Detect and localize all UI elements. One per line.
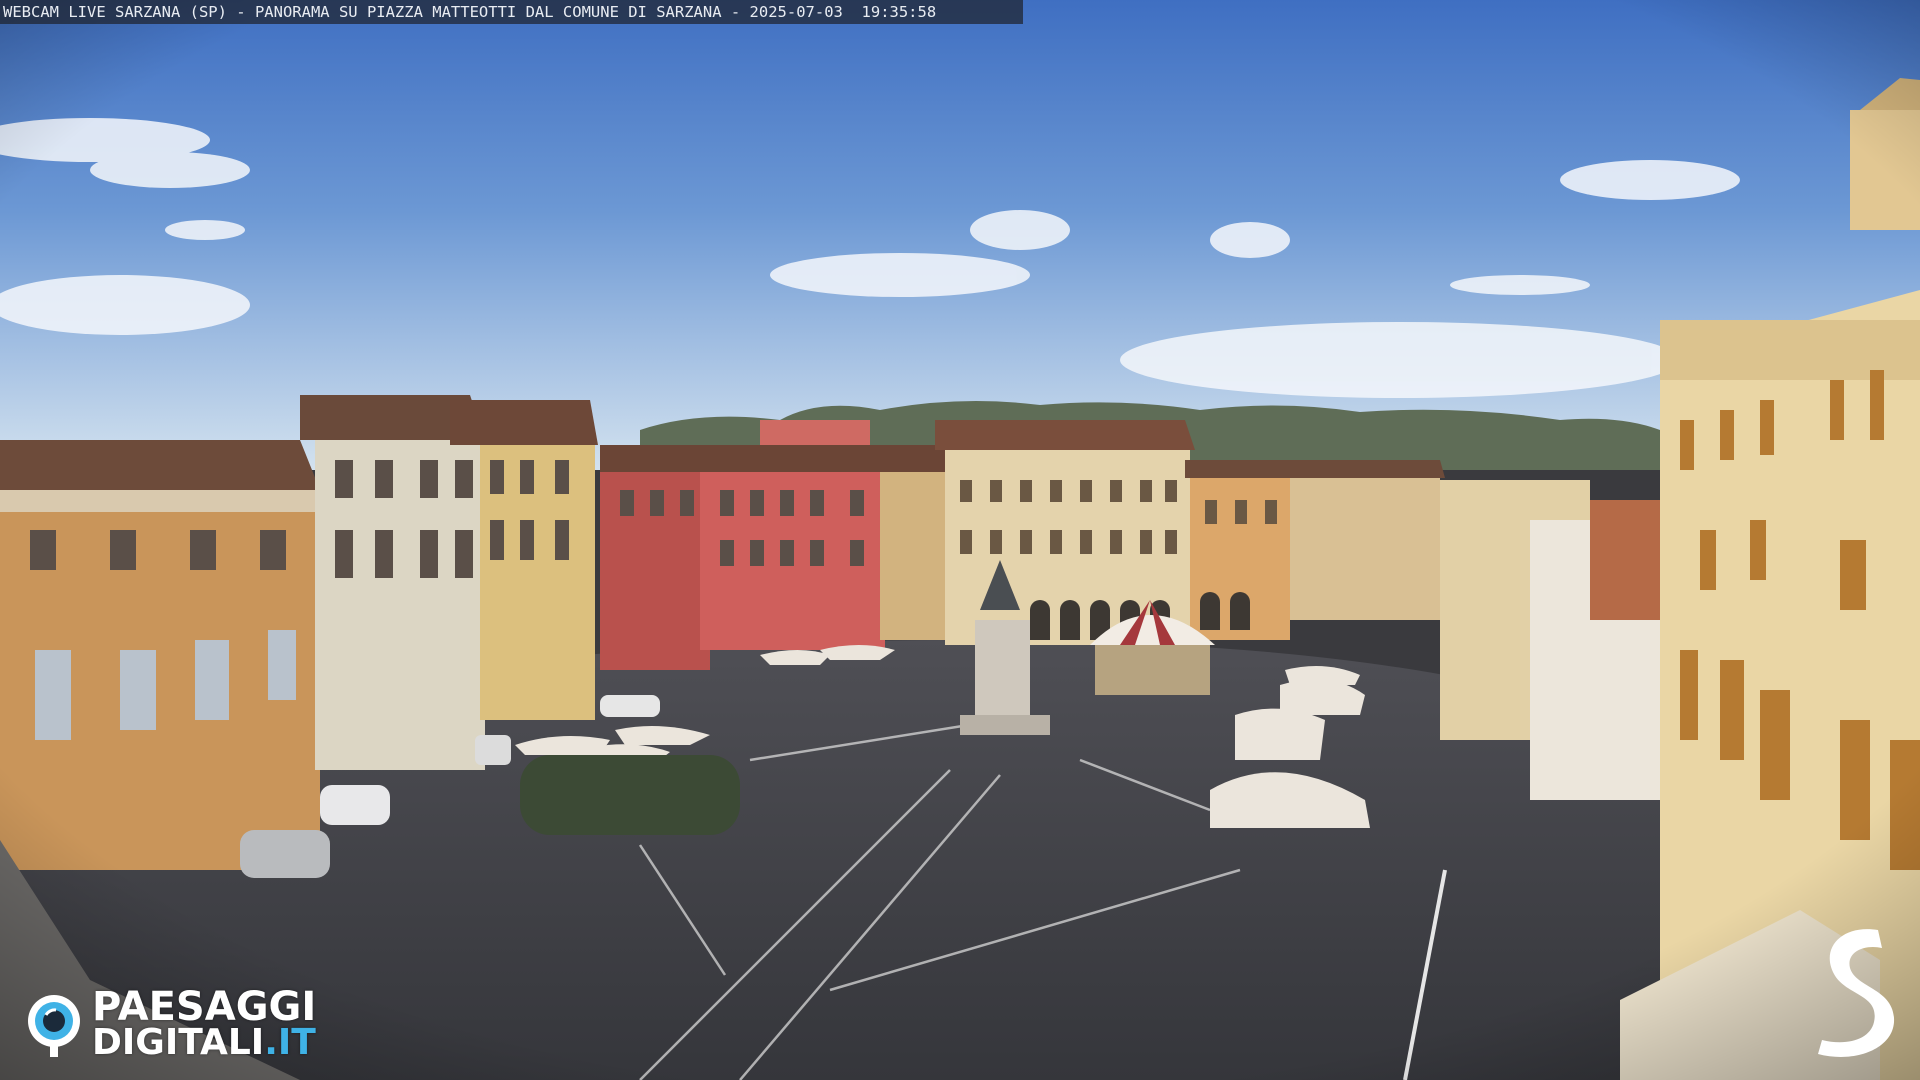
webcam-caption: WEBCAM LIVE SARZANA (SP) - PANORAMA SU P… [0,0,1023,24]
s-logo-icon [1818,929,1895,1057]
brand-tld: .IT [264,1022,316,1063]
brand-name-line1: PAESAGGI [92,984,317,1030]
paesaggi-digitali-logo: PAESAGGI DIGITALI.IT [24,984,317,1063]
webcam-scene [0,0,1920,1080]
brand-name-line2: DIGITALI [92,1022,265,1063]
camera-lens-icon [28,995,80,1057]
